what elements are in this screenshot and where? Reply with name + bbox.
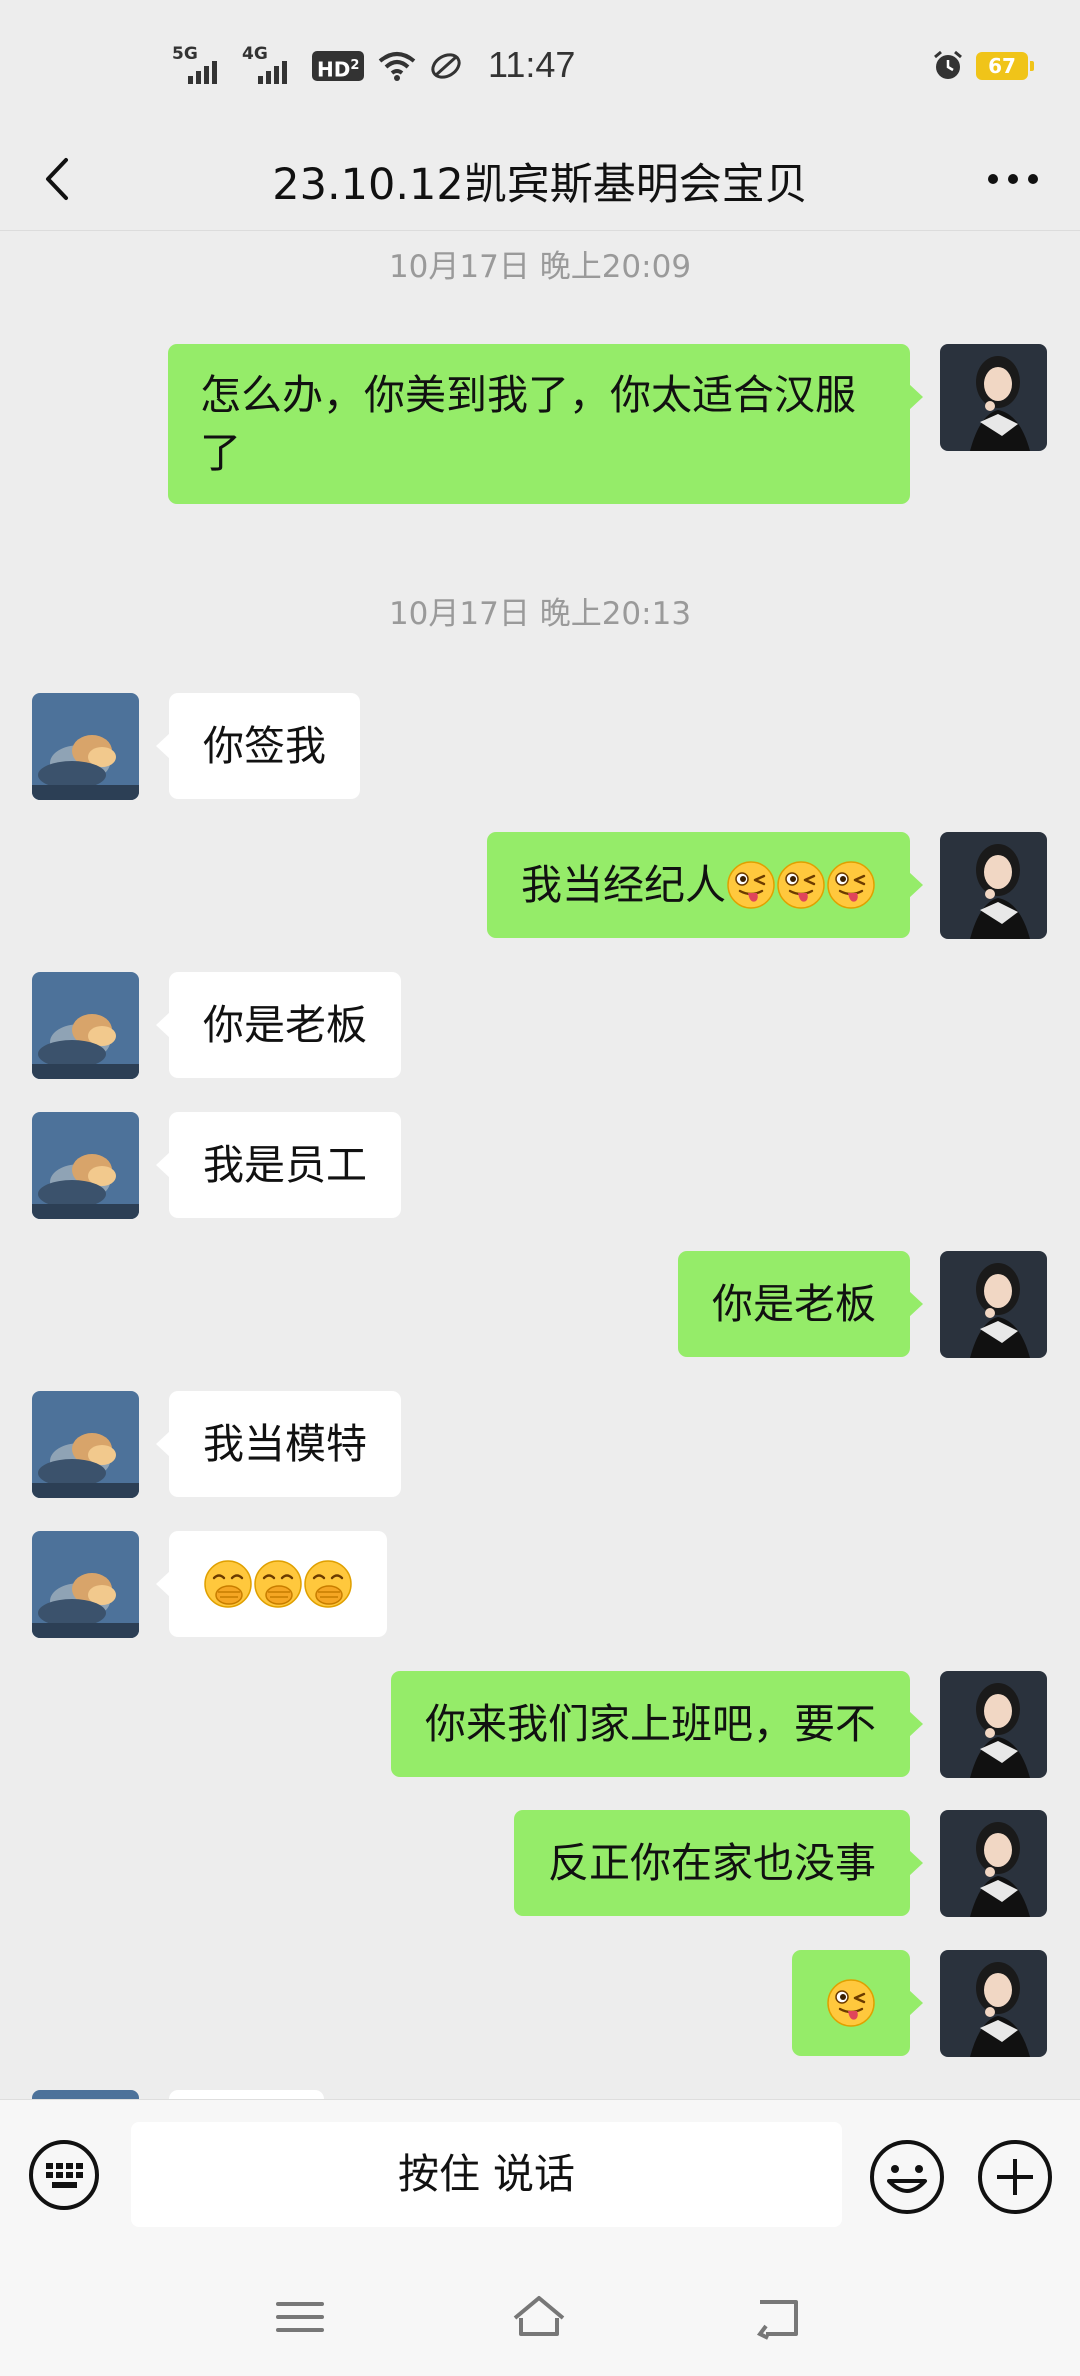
message-text: 你来我们家上班吧，要不 — [425, 1700, 876, 1748]
my-avatar[interactable] — [940, 1671, 1047, 1778]
wink-tongue-emoji — [826, 860, 876, 910]
signal-4g-icon: 4G — [242, 44, 298, 84]
plus-icon[interactable] — [977, 2139, 1053, 2215]
more-icon[interactable] — [978, 152, 1048, 206]
message-bubble-received[interactable] — [156, 1531, 387, 1637]
my-avatar[interactable] — [940, 1251, 1047, 1358]
wink-tongue-emoji — [776, 860, 826, 910]
message-list[interactable]: 10月17日 晚上20:09 怎么办，你美到我了，你太适合汉服了 10月17日 … — [0, 231, 1080, 2099]
emoji-icon[interactable] — [869, 2139, 945, 2215]
input-bar: 按住 说话 — [0, 2099, 1080, 2247]
menu-icon[interactable] — [272, 2292, 328, 2342]
message-bubble-received[interactable]: 你是老板 — [156, 972, 401, 1078]
message-text: 你签我 — [203, 722, 326, 770]
status-time: 11:47 — [488, 44, 576, 85]
hand-over-mouth-emoji — [203, 1559, 253, 1609]
my-avatar[interactable] — [940, 344, 1047, 451]
hand-over-mouth-emoji — [253, 1559, 303, 1609]
contact-avatar[interactable] — [32, 1391, 139, 1498]
contact-avatar[interactable] — [32, 1112, 139, 1219]
hand-over-mouth-emoji — [303, 1559, 353, 1609]
back-nav-icon[interactable] — [752, 2292, 808, 2342]
message-text: 你是老板 — [203, 1001, 367, 1049]
message-bubble-sent[interactable]: 你是老板 — [678, 1251, 923, 1357]
hold-to-talk-button[interactable]: 按住 说话 — [131, 2122, 842, 2227]
message-bubble-received[interactable] — [169, 2090, 324, 2099]
timestamp: 10月17日 晚上20:09 — [388, 249, 692, 285]
message-bubble-sent[interactable]: 你来我们家上班吧，要不 — [391, 1671, 923, 1777]
contact-avatar[interactable] — [32, 1531, 139, 1638]
message-bubble-sent[interactable] — [792, 1950, 923, 2056]
my-avatar[interactable] — [940, 832, 1047, 939]
message-text: 我当模特 — [203, 1420, 367, 1468]
contact-avatar[interactable] — [32, 972, 139, 1079]
contact-avatar[interactable] — [32, 2090, 139, 2099]
hd-voice-icon: HD2 — [312, 51, 365, 82]
contact-avatar[interactable] — [32, 693, 139, 800]
chat-header: 23.10.12凯宾斯基明会宝贝 — [0, 130, 1080, 231]
message-bubble-sent[interactable]: 我当经纪人 — [487, 832, 923, 938]
message-bubble-received[interactable]: 我是员工 — [156, 1112, 401, 1218]
wink-tongue-emoji — [826, 1978, 876, 2028]
timestamp: 10月17日 晚上20:13 — [388, 596, 692, 632]
message-text: 反正你在家也没事 — [548, 1839, 876, 1887]
status-bar: 5G 4G HD2 11:47 67 — [0, 0, 1080, 130]
message-bubble-sent[interactable]: 怎么办，你美到我了，你太适合汉服了 — [168, 344, 923, 504]
message-text: 你是老板 — [712, 1280, 876, 1328]
message-text: 我当经纪人 — [521, 861, 726, 909]
my-avatar[interactable] — [940, 1810, 1047, 1917]
keyboard-icon[interactable] — [28, 2139, 100, 2211]
message-bubble-received[interactable]: 你签我 — [156, 693, 360, 799]
signal-5g-icon: 5G — [172, 44, 228, 84]
message-bubble-received[interactable]: 我当模特 — [156, 1391, 401, 1497]
wink-tongue-emoji — [726, 860, 776, 910]
wifi-icon — [379, 52, 416, 81]
leaf-icon — [431, 53, 462, 79]
system-navigation-bar — [0, 2246, 1080, 2376]
home-icon[interactable] — [511, 2292, 567, 2342]
message-text: 怎么办，你美到我了，你太适合汉服了 — [200, 371, 856, 477]
my-avatar[interactable] — [940, 1950, 1047, 2057]
message-text: 我是员工 — [203, 1141, 367, 1189]
chat-title: 23.10.12凯宾斯基明会宝贝 — [272, 160, 808, 210]
battery-indicator: 67 — [976, 52, 1034, 80]
alarm-icon — [934, 50, 962, 79]
message-bubble-sent[interactable]: 反正你在家也没事 — [514, 1810, 923, 1916]
